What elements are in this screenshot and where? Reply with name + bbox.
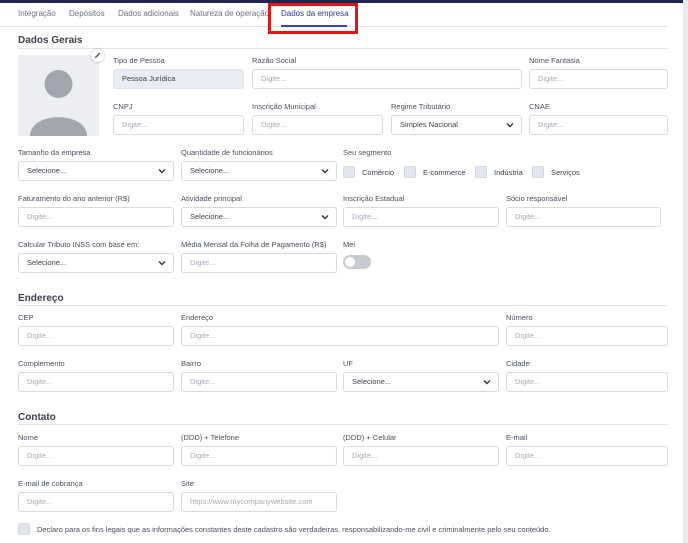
checkbox-servicos[interactable] bbox=[532, 166, 544, 178]
scrollbar-track[interactable] bbox=[683, 0, 688, 543]
section-divider bbox=[18, 48, 668, 49]
chevron-down-icon bbox=[158, 261, 166, 266]
telefone-input[interactable]: Digite... bbox=[181, 446, 337, 466]
razao-social-input[interactable]: Digite... bbox=[252, 69, 522, 89]
cnae-input[interactable]: Digite... bbox=[529, 115, 668, 135]
uf-label: UF bbox=[343, 359, 353, 368]
declaration-checkbox[interactable] bbox=[18, 523, 30, 535]
socio-input[interactable]: Digite... bbox=[506, 207, 661, 227]
checkbox-comercio[interactable] bbox=[343, 166, 355, 178]
cnpj-input[interactable]: Digite... bbox=[113, 115, 244, 135]
declaration-text: Declaro para os fins legais que as infor… bbox=[37, 525, 551, 534]
complemento-label: Complemento bbox=[18, 359, 65, 368]
cidade-label: Cidade bbox=[506, 359, 530, 368]
site-input[interactable]: https://www.mycompanywebsite.com bbox=[181, 492, 337, 512]
inss-select[interactable]: Selecione... bbox=[18, 253, 174, 273]
telefone-label: (DDD) + Telefone bbox=[181, 433, 240, 442]
tab-natureza-operacao[interactable]: Natureza de operação bbox=[190, 9, 269, 18]
tipo-pessoa-field[interactable]: Pessoa Jurídica bbox=[113, 69, 244, 89]
email-label: E-mail bbox=[506, 433, 528, 442]
avatar-icon bbox=[30, 70, 87, 136]
nome-label: Nome bbox=[18, 433, 39, 442]
section-divider bbox=[18, 305, 668, 306]
company-photo-placeholder bbox=[18, 55, 99, 136]
chevron-down-icon bbox=[506, 123, 514, 128]
chevron-down-icon bbox=[321, 169, 329, 174]
mei-label: Mei bbox=[343, 240, 356, 249]
razao-social-label: Razão Social bbox=[252, 56, 297, 65]
regime-tributario-value: Simples Nacional bbox=[400, 120, 458, 129]
media-folha-label: Média Mensal da Folha de Pagamento (R$) bbox=[181, 240, 327, 249]
inss-value: Selecione... bbox=[27, 258, 67, 267]
tamanho-select[interactable]: Selecione... bbox=[18, 161, 174, 181]
nome-input[interactable]: Digite... bbox=[18, 446, 174, 466]
mei-toggle[interactable] bbox=[343, 255, 371, 269]
inscricao-estadual-label: Inscrição Estadual bbox=[343, 194, 405, 203]
cep-label: CEP bbox=[18, 313, 34, 322]
regime-tributario-label: Regime Tributário bbox=[391, 102, 451, 111]
tab-depositos[interactable]: Depósitos bbox=[69, 9, 105, 18]
atividade-label: Atividade principal bbox=[181, 194, 242, 203]
email-cobranca-input[interactable]: Digite... bbox=[18, 492, 174, 512]
toggle-knob bbox=[345, 257, 355, 267]
tipo-pessoa-label: Tipo de Pessoa bbox=[113, 56, 165, 65]
section-title-endereco: Endereço bbox=[18, 293, 64, 304]
checkbox-ecommerce[interactable] bbox=[404, 166, 416, 178]
email-cobranca-label: E-mail de cobrança bbox=[18, 479, 83, 488]
cidade-input[interactable]: Digite... bbox=[506, 372, 668, 392]
chevron-down-icon bbox=[321, 215, 329, 220]
tamanho-label: Tamanho da empresa bbox=[18, 148, 91, 157]
tab-integracao[interactable]: Integração bbox=[18, 9, 56, 18]
numero-label: Número bbox=[506, 313, 533, 322]
bairro-label: Bairro bbox=[181, 359, 202, 368]
quantidade-label: Quantidade de funcionários bbox=[181, 148, 273, 157]
faturamento-label: Faturamento do ano anterior (R$) bbox=[18, 194, 130, 203]
inss-label: Calcular Tributo INSS com base em: bbox=[18, 240, 140, 249]
celular-label: (DDD) + Celular bbox=[343, 433, 397, 442]
quantidade-select[interactable]: Selecione... bbox=[181, 161, 337, 181]
regime-tributario-select[interactable]: Simples Nacional bbox=[391, 115, 522, 135]
tab-dados-adicionais[interactable]: Dados adicionais bbox=[118, 9, 179, 18]
segmento-option-industria: Indústria bbox=[494, 168, 523, 177]
numero-input[interactable]: Digite... bbox=[506, 326, 668, 346]
complemento-input[interactable]: Digite... bbox=[18, 372, 174, 392]
email-input[interactable]: Digite... bbox=[506, 446, 668, 466]
segmento-option-ecommerce: E-commerce bbox=[423, 168, 466, 177]
bairro-input[interactable]: Digite... bbox=[181, 372, 337, 392]
inscricao-municipal-label: Inscrição Municipal bbox=[252, 102, 316, 111]
site-label: Site bbox=[181, 479, 194, 488]
nome-fantasia-label: Nome Fantasia bbox=[529, 56, 580, 65]
section-divider bbox=[18, 424, 668, 425]
segmento-option-comercio: Comércio bbox=[362, 168, 395, 177]
section-title-contato: Contato bbox=[18, 412, 56, 423]
endereco-label: Endereço bbox=[181, 313, 214, 322]
quantidade-value: Selecione... bbox=[190, 166, 230, 175]
endereco-input[interactable]: Digite... bbox=[181, 326, 499, 346]
checkbox-industria[interactable] bbox=[475, 166, 487, 178]
inscricao-estadual-input[interactable]: Digite... bbox=[343, 207, 499, 227]
tab-highlight-box bbox=[268, 3, 358, 34]
chevron-down-icon bbox=[158, 169, 166, 174]
edit-photo-button[interactable] bbox=[91, 49, 104, 62]
inscricao-municipal-input[interactable]: Digite... bbox=[252, 115, 383, 135]
uf-select[interactable]: Selecione... bbox=[343, 372, 499, 392]
cnae-label: CNAE bbox=[529, 102, 550, 111]
chevron-down-icon bbox=[483, 380, 491, 385]
faturamento-input[interactable]: Digite... bbox=[18, 207, 174, 227]
uf-value: Selecione... bbox=[352, 377, 392, 386]
segmento-label: Seu segmento bbox=[343, 148, 392, 157]
celular-input[interactable]: Digite... bbox=[343, 446, 499, 466]
section-title-dados-gerais: Dados Gerais bbox=[18, 35, 83, 46]
nome-fantasia-input[interactable]: Digite... bbox=[529, 69, 668, 89]
atividade-select[interactable]: Selecione... bbox=[181, 207, 337, 227]
media-folha-input[interactable]: Digite... bbox=[181, 253, 337, 273]
pencil-icon bbox=[95, 52, 101, 58]
cnpj-label: CNPJ bbox=[113, 102, 133, 111]
socio-label: Sócio responsável bbox=[506, 194, 568, 203]
atividade-value: Selecione... bbox=[190, 212, 230, 221]
cep-input[interactable]: Digite... bbox=[18, 326, 174, 346]
tamanho-value: Selecione... bbox=[27, 166, 67, 175]
segmento-option-servicos: Serviços bbox=[551, 168, 580, 177]
